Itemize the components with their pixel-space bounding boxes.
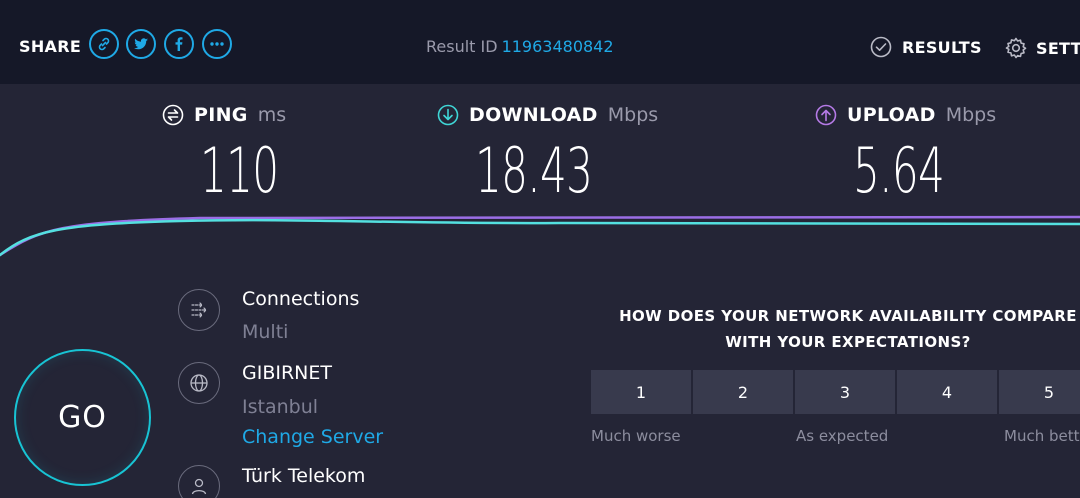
rating-button-5[interactable]: 5 [999, 370, 1080, 414]
isp-icon-wrap [178, 465, 220, 498]
connections-icon [191, 302, 207, 318]
settings-label: SETTINGS [1036, 38, 1080, 58]
rating-label-low: Much worse [591, 427, 681, 445]
server-icon-wrap [178, 362, 220, 404]
rating-options: 1 2 3 4 5 [591, 370, 1080, 414]
result-id-link[interactable]: 11963480842 [502, 37, 614, 56]
survey-question-line2: WITH YOUR EXPECTATIONS? [725, 333, 971, 351]
share-facebook-button[interactable] [164, 29, 194, 59]
rating-button-4[interactable]: 4 [897, 370, 997, 414]
rating-label-mid: As expected [796, 427, 889, 445]
download-icon [437, 104, 459, 126]
ping-metric: PING ms 110 [162, 104, 287, 207]
share-label: SHARE [19, 37, 82, 56]
rating-button-3[interactable]: 3 [795, 370, 895, 414]
upload-metric: UPLOAD Mbps 5.64 [815, 104, 997, 207]
server-location: Istanbul [242, 396, 319, 418]
ping-icon [162, 104, 184, 126]
results-label: RESULTS [902, 37, 982, 57]
download-value: 18.43 [475, 134, 593, 207]
twitter-icon [134, 38, 148, 50]
rating-button-1[interactable]: 1 [591, 370, 691, 414]
share-more-button[interactable] [202, 29, 232, 59]
user-icon [191, 478, 207, 495]
upload-icon [815, 104, 837, 126]
share-link-button[interactable] [89, 29, 119, 59]
settings-button[interactable]: SETTINGS [1004, 36, 1080, 60]
go-button[interactable]: GO [14, 349, 151, 486]
connections-value[interactable]: Multi [242, 321, 288, 343]
speed-graph [0, 215, 1080, 257]
rating-button-2[interactable]: 2 [693, 370, 793, 414]
download-unit: Mbps [607, 104, 659, 126]
survey-question: HOW DOES YOUR NETWORK AVAILABILITY COMPA… [598, 303, 1080, 355]
share-twitter-button[interactable] [126, 29, 156, 59]
download-label: DOWNLOAD [469, 104, 598, 126]
go-label: GO [58, 400, 107, 435]
results-button[interactable]: RESULTS [870, 36, 982, 58]
change-server-link[interactable]: Change Server [242, 426, 383, 448]
upload-value: 5.64 [853, 134, 945, 207]
check-circle-icon [870, 36, 892, 58]
survey-question-line1: HOW DOES YOUR NETWORK AVAILABILITY COMPA… [619, 307, 1077, 325]
gear-icon [1005, 37, 1027, 59]
ping-label: PING [194, 104, 248, 126]
globe-icon [190, 374, 208, 392]
facebook-icon [175, 37, 183, 51]
connections-icon-wrap [178, 289, 220, 331]
result-id: Result ID 11963480842 [426, 37, 614, 56]
upload-label: UPLOAD [847, 104, 936, 126]
result-id-label: Result ID [426, 37, 498, 56]
download-metric: DOWNLOAD Mbps 18.43 [437, 104, 659, 207]
server-host-name: GIBIRNET [242, 362, 332, 384]
ping-unit: ms [257, 104, 287, 126]
isp-name: Türk Telekom [242, 465, 366, 487]
top-bar: SHARE Result ID 11963480842 RESULTS SETT [0, 0, 1080, 84]
connections-title: Connections [242, 288, 360, 310]
download-graph-line [0, 218, 1080, 257]
rating-label-high: Much better [1004, 427, 1080, 445]
upload-unit: Mbps [945, 104, 997, 126]
more-icon [210, 42, 224, 46]
link-icon [98, 37, 110, 51]
ping-value: 110 [200, 134, 279, 207]
